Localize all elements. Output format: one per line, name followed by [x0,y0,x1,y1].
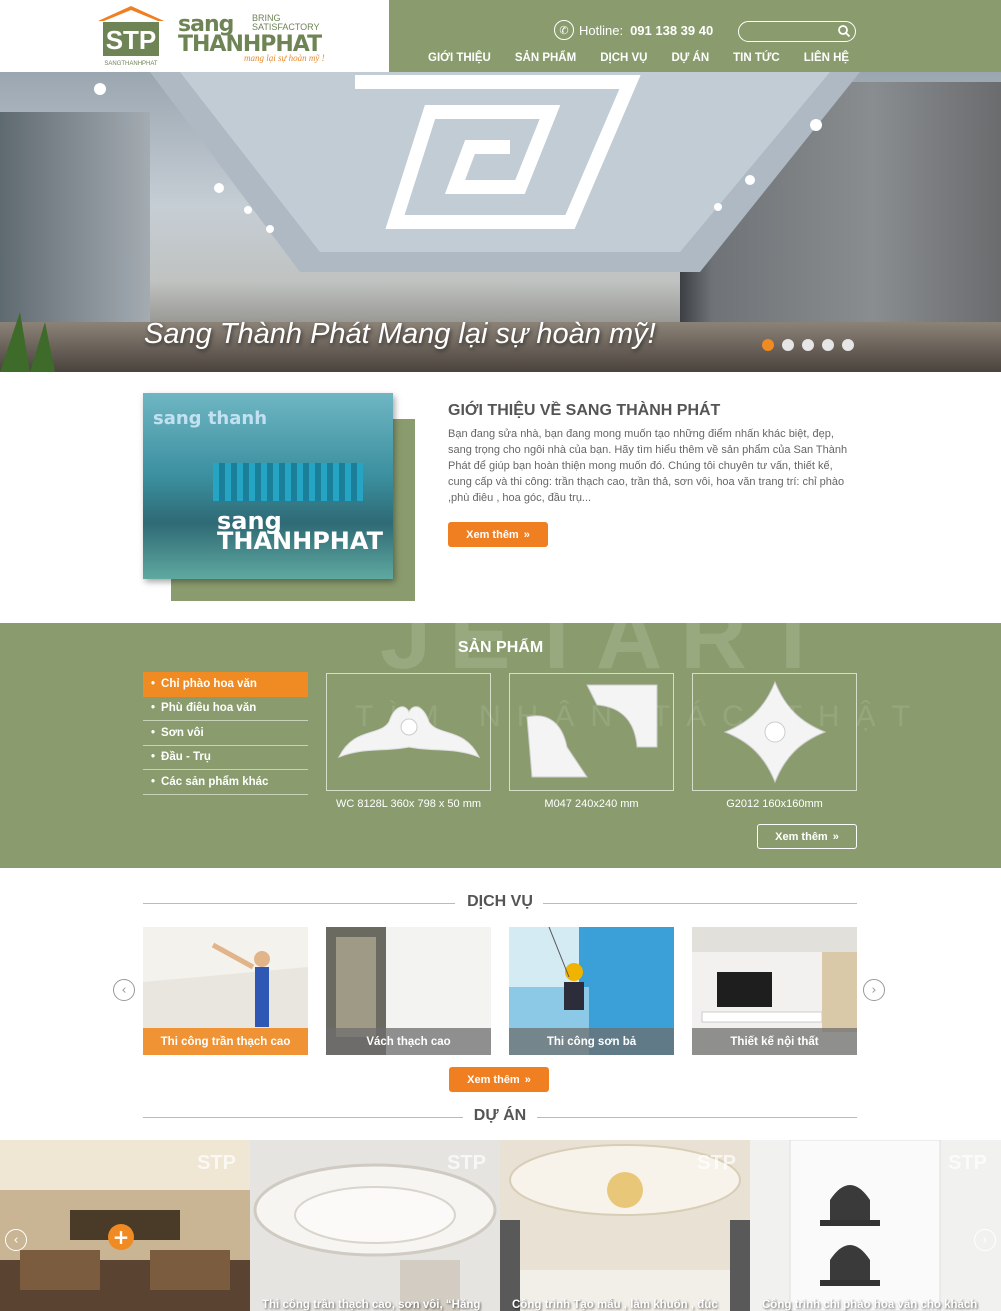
product-label: G2012 160x160mm [726,798,823,810]
category-item[interactable]: Các sản phẩm khác [143,770,308,795]
logo-wordmark: sang BRING SATISFACTORY THANHPHAT mang l… [178,12,348,64]
product-label: M047 240x240 mm [544,798,639,810]
product-category-list: Chỉ phào hoa văn Phù điêu hoa văn Sơn vô… [143,672,308,795]
projects-heading: DỰ ÁN [143,1107,857,1127]
slider-dots [762,339,862,351]
services-read-more-button[interactable]: Xem thêm » [449,1067,549,1092]
double-chevron-right-icon: » [523,528,530,541]
project-watermark-logo: STP [697,1152,736,1174]
hero-slider[interactable]: Sang Thành Phát Mang lại sự hoàn mỹ! [0,72,1001,372]
category-item[interactable]: Sơn vôi [143,721,308,746]
services-heading: DỊCH VỤ [143,893,857,913]
nav-lien-he[interactable]: LIÊN HỆ [804,52,849,64]
products-read-more-label: Xem thêm [775,830,828,843]
hotline-label: Hotline: [579,22,624,38]
project-caption: Thi công trần thạch cao, sơn vôi, “Hăng [262,1299,481,1311]
logo-small-text: SANGTHANHPHAT [104,61,158,67]
nav-gioi-thieu[interactable]: GIỚI THIỆU [428,52,491,64]
search-icon[interactable] [837,24,851,38]
service-card[interactable]: Thiết kế nội thất [692,927,857,1055]
logo-mark-icon: STP SANGTHANHPHAT [98,6,164,67]
about-read-more-label: Xem thêm [466,528,519,541]
nav-san-pham[interactable]: SẢN PHẨM [515,52,576,64]
slider-dot[interactable] [782,339,794,351]
hotline: ✆ Hotline: 091 138 39 40 [554,20,713,40]
about-image-sign-top: sang thanh [153,408,268,429]
search-input[interactable] [745,24,835,38]
projects-next-button[interactable]: › [974,1229,996,1251]
project-card[interactable]: STP + [0,1140,250,1311]
nav-tin-tuc[interactable]: TIN TỨC [733,52,780,64]
category-item[interactable]: Đầu - Trụ [143,746,308,770]
double-chevron-right-icon: » [524,1073,531,1086]
nav-dich-vu[interactable]: DỊCH VỤ [600,52,647,64]
services-next-button[interactable]: › [863,979,885,1001]
plus-icon[interactable]: + [108,1224,134,1250]
watermark-brand: JETART [380,586,839,688]
slider-dot[interactable] [802,339,814,351]
projects-title: DỰ ÁN [473,1107,527,1124]
hotline-number[interactable]: 091 138 39 40 [630,23,713,38]
service-label: Vách thạch cao [326,1028,491,1055]
double-chevron-right-icon: » [832,830,839,843]
project-card[interactable]: STP Công trình Tạo mẫu , làm khuôn , đúc [500,1140,750,1311]
chevron-left-icon: ‹ [13,1232,19,1248]
services-prev-button[interactable]: ‹ [113,979,135,1001]
project-caption: Công trình chỉ phào hoa văn cho khách [762,1299,978,1311]
product-card[interactable]: WC 8128L 360x 798 x 50 mm [326,673,491,810]
svg-text:STP: STP [106,25,157,55]
project-watermark-logo: STP [948,1152,987,1174]
about-image-sign: sang THANHPHAT [217,507,383,555]
project-card[interactable]: STP Công trình chỉ phào hoa văn cho khác… [750,1140,1001,1311]
projects-prev-button[interactable]: ‹ [5,1229,27,1251]
service-card[interactable]: Vách thạch cao [326,927,491,1055]
search-box [738,21,856,42]
logo-satisfactory: SATISFACTORY [252,22,320,32]
service-card[interactable]: Thi công sơn bả [509,927,674,1055]
phone-icon: ✆ [554,20,574,40]
about-text: Bạn đang sửa nhà, bạn đang mong muốn tạo… [448,428,848,504]
category-item[interactable]: Phù điêu hoa văn [143,697,308,721]
logo-slogan: mang lại sự hoàn mỹ ! [244,53,325,63]
logo[interactable]: STP SANGTHANHPHAT sang BRING SATISFACTOR… [0,0,389,72]
product-card[interactable]: G2012 160x160mm [692,673,857,810]
about-image-awning [213,463,363,501]
main-nav: GIỚI THIỆU SẢN PHẨM DỊCH VỤ DỰ ÁN TIN TỨ… [428,52,849,64]
slider-dot[interactable] [762,339,774,351]
project-watermark-logo: STP [447,1152,486,1174]
chevron-right-icon: › [871,982,877,998]
logo-tagline: BRING SATISFACTORY [252,14,320,32]
about-image: sang thanh sang THANHPHAT [143,393,393,579]
hero-caption: Sang Thành Phát Mang lại sự hoàn mỹ! [144,318,656,350]
service-card[interactable]: Thi công trần thạch cao [143,927,308,1055]
services-title: DỊCH VỤ [467,893,533,910]
nav-du-an[interactable]: DỰ ÁN [671,52,709,64]
project-watermark-logo: STP [197,1152,236,1174]
site-header: STP SANGTHANHPHAT sang BRING SATISFACTOR… [0,0,1001,72]
chevron-left-icon: ‹ [121,982,127,998]
service-label: Thi công sơn bả [509,1028,674,1055]
slider-dot[interactable] [822,339,834,351]
service-label: Thi công trần thạch cao [143,1028,308,1055]
product-label: WC 8128L 360x 798 x 50 mm [335,798,482,810]
services-read-more-label: Xem thêm [467,1073,520,1086]
divider [537,1117,857,1118]
about-read-more-button[interactable]: Xem thêm » [448,522,548,547]
about-title: GIỚI THIỆU VỀ SANG THÀNH PHÁT [448,402,721,419]
product-card[interactable]: M047 240x240 mm [509,673,674,810]
project-caption: Công trình Tạo mẫu , làm khuôn , đúc [512,1299,718,1311]
watermark-sub: TÌM NHÂN TÁC THẬT [355,700,926,733]
products-read-more-button[interactable]: Xem thêm » [757,824,857,849]
chevron-right-icon: › [982,1232,988,1248]
divider [543,903,857,904]
slider-dot[interactable] [842,339,854,351]
project-card[interactable]: STP Thi công trần thạch cao, sơn vôi, “H… [250,1140,500,1311]
category-item[interactable]: Chỉ phào hoa văn [143,672,308,697]
service-label: Thiết kế nội thất [692,1028,857,1055]
